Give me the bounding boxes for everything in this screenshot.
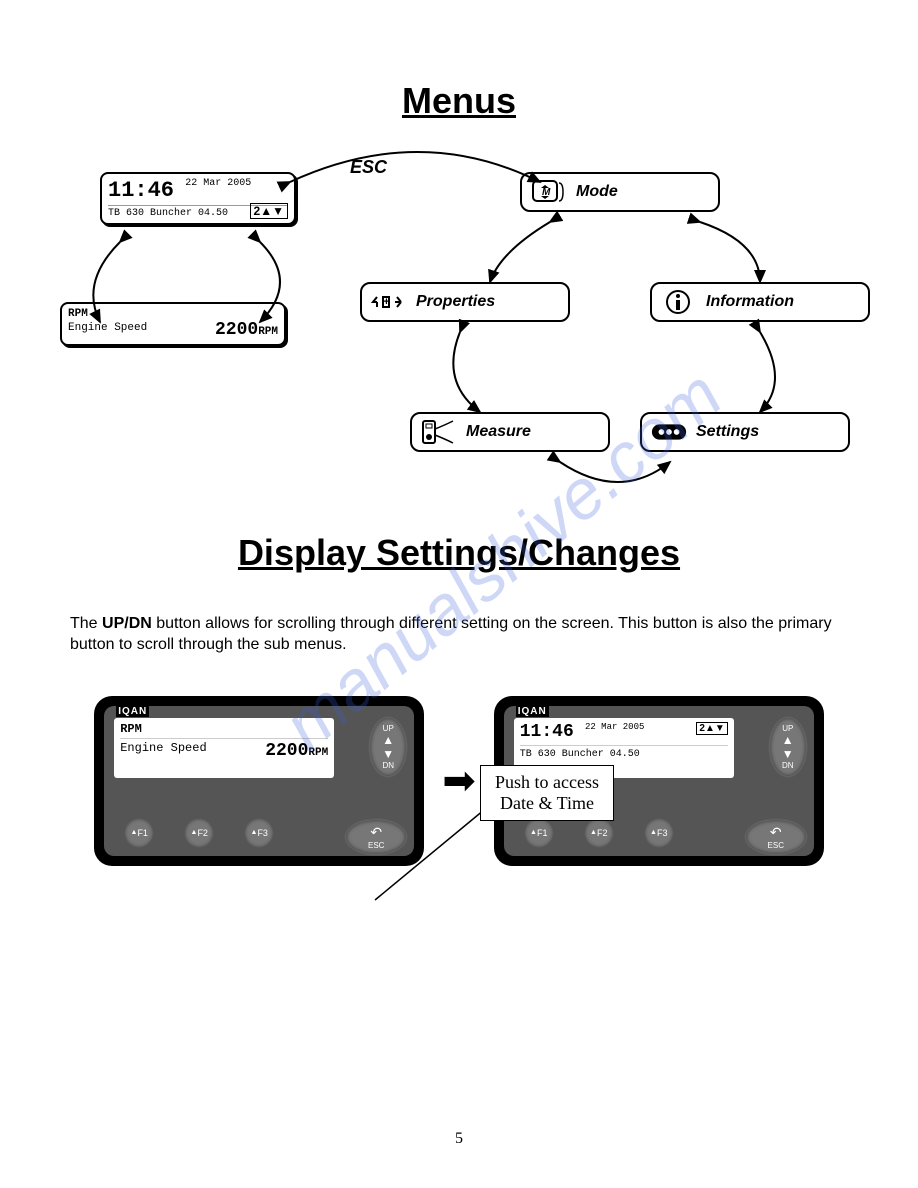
svg-text:M: M — [542, 187, 551, 198]
screen-date: 22 Mar 2005 — [585, 722, 644, 732]
f2-button[interactable]: ▲F2 — [584, 818, 614, 848]
esc-button[interactable]: ↶ ESC — [746, 820, 806, 854]
menu-measure: Measure — [410, 412, 610, 452]
callout-box: Push to access Date & Time — [480, 765, 614, 821]
up-dn-button[interactable]: UP ▲ ▼ DN — [370, 718, 406, 776]
page-number: 5 — [0, 1130, 918, 1148]
lcd-time: 11:46 — [108, 178, 174, 203]
esc-return-icon: ↶ — [770, 824, 782, 841]
information-icon — [660, 288, 698, 316]
properties-icon: + — [370, 288, 408, 316]
lcd-rpm-value: 2200 — [215, 320, 258, 340]
measure-icon — [420, 418, 458, 446]
mode-icon: M — [530, 178, 568, 206]
up-arrow-icon: ▲ — [382, 733, 394, 747]
screen-indicator: 2▲▼ — [696, 722, 727, 735]
body-paragraph: The UP/DN button allows for scrolling th… — [70, 614, 848, 656]
lcd-date: 22 Mar 2005 — [185, 178, 251, 189]
esc-label-text: ESC — [368, 841, 384, 850]
screen-rpm-value: 2200 — [265, 741, 308, 761]
menu-settings-label: Settings — [696, 423, 759, 441]
f2-button[interactable]: ▲F2 — [184, 818, 214, 848]
down-arrow-icon: ▼ — [782, 747, 794, 761]
up-arrow-icon: ▲ — [782, 733, 794, 747]
svg-text:+: + — [383, 296, 390, 308]
menu-diagram: ESC 11:46 22 Mar 2005 2▲▼ TB 630 Buncher… — [60, 132, 860, 512]
lcd-rpm-box: RPM Engine Speed 2200RPM — [60, 302, 286, 346]
callout-line1: Push to access — [495, 772, 599, 793]
menu-mode: M Mode — [520, 172, 720, 212]
lcd-indicator: 2▲▼ — [250, 203, 288, 219]
menu-properties-label: Properties — [416, 293, 495, 311]
esc-label-text: ESC — [768, 841, 784, 850]
f3-button[interactable]: ▲F3 — [244, 818, 274, 848]
screen-rpm-unit: RPM — [308, 747, 328, 759]
up-label: UP — [383, 724, 394, 733]
f1-button[interactable]: ▲F1 — [124, 818, 154, 848]
callout-line2: Date & Time — [495, 793, 599, 814]
screen-engine-speed-label: Engine Speed — [120, 741, 206, 755]
heading-menus: Menus — [0, 80, 918, 122]
screen-time: 11:46 — [520, 722, 574, 742]
lcd-rpm-label: RPM — [68, 308, 278, 320]
screen-line2: TB 630 Buncher 04.50 — [520, 749, 728, 760]
up-dn-button[interactable]: UP ▲ ▼ DN — [770, 718, 806, 776]
down-arrow-icon: ▼ — [382, 747, 394, 761]
device-row: IQAN RPM Engine Speed 2200RPM UP ▲ ▼ DN … — [0, 696, 918, 866]
lcd-rpm-unit: RPM — [258, 326, 278, 338]
device-left: IQAN RPM Engine Speed 2200RPM UP ▲ ▼ DN … — [94, 696, 424, 866]
device-brand: IQAN — [116, 706, 149, 717]
heading-display-settings: Display Settings/Changes — [0, 532, 918, 574]
dn-label: DN — [782, 761, 794, 770]
lcd-engine-speed-label: Engine Speed — [68, 322, 147, 334]
device-left-screen: RPM Engine Speed 2200RPM — [114, 718, 334, 778]
up-label: UP — [782, 724, 793, 733]
device-brand: IQAN — [516, 706, 549, 717]
settings-icon — [650, 418, 688, 446]
esc-return-icon: ↶ — [370, 824, 382, 841]
menu-properties: + Properties — [360, 282, 570, 322]
menu-information: Information — [650, 282, 870, 322]
esc-label: ESC — [350, 157, 387, 178]
transition-arrow-icon: ➡ — [442, 757, 476, 804]
menu-mode-label: Mode — [576, 183, 618, 201]
dn-label: DN — [382, 761, 394, 770]
lcd-home-box: 11:46 22 Mar 2005 2▲▼ TB 630 Buncher 04.… — [100, 172, 296, 225]
f3-button[interactable]: ▲F3 — [644, 818, 674, 848]
esc-button[interactable]: ↶ ESC — [346, 820, 406, 854]
menu-information-label: Information — [706, 293, 794, 311]
menu-measure-label: Measure — [466, 423, 531, 441]
screen-rpm-title: RPM — [120, 722, 328, 736]
f1-button[interactable]: ▲F1 — [524, 818, 554, 848]
menu-settings: Settings — [640, 412, 850, 452]
